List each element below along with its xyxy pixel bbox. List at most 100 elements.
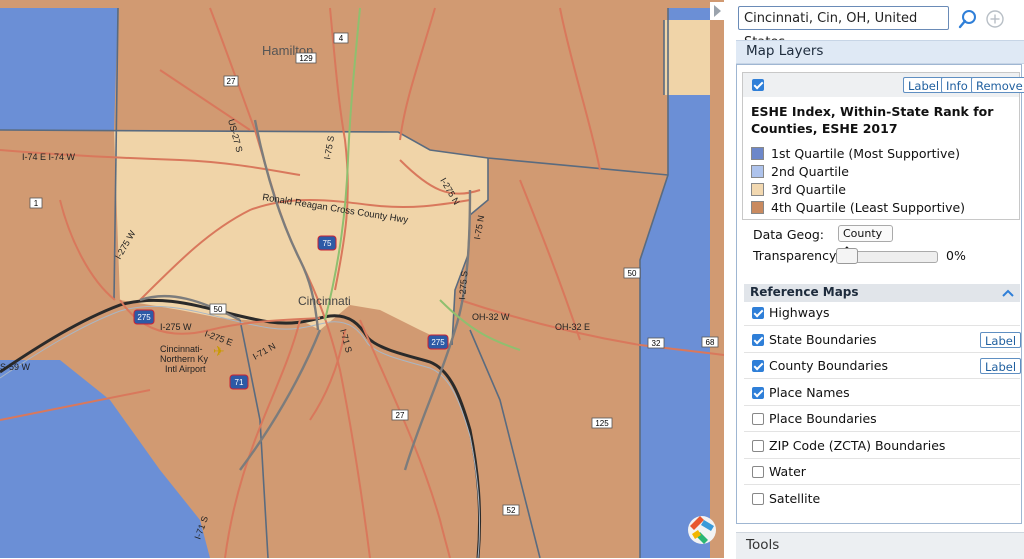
shield-71: 71 — [229, 374, 249, 390]
svg-text:68: 68 — [706, 338, 715, 347]
svg-text:50: 50 — [628, 269, 637, 278]
reference-item-checkbox[interactable] — [752, 413, 764, 425]
reference-item-place-names[interactable]: Place Names — [750, 383, 1020, 403]
reference-item-divider — [744, 431, 1020, 432]
road-label-s59w: S-59 W — [0, 362, 31, 372]
layer-remove-button[interactable]: Remove — [971, 77, 1024, 93]
svg-text:125: 125 — [595, 419, 609, 428]
legend-swatch-q2 — [751, 165, 764, 178]
place-label-airport-2: Northern Ky — [160, 354, 209, 364]
airport-icon: ✈ — [213, 344, 225, 360]
svg-text:32: 32 — [652, 339, 661, 348]
legend-label-q4: 4th Quartile (Least Supportive) — [771, 200, 966, 215]
reference-item-checkbox[interactable] — [752, 307, 764, 319]
layer-info-button[interactable]: Info — [941, 77, 973, 93]
reference-item-label-button[interactable]: Label — [980, 332, 1022, 348]
map-layers-title: Map Layers — [746, 43, 824, 59]
shield-4: 4 — [333, 32, 349, 44]
shield-129: 129 — [295, 52, 317, 64]
shield-27-south: 27 — [391, 409, 409, 421]
svg-text:75: 75 — [323, 239, 332, 248]
place-label-cincinnati: Cincinnati — [298, 294, 351, 308]
data-geog-value: County — [843, 227, 883, 240]
search-icon[interactable] — [957, 8, 979, 30]
reference-item-label: Highways — [769, 305, 830, 320]
shield-275-west: 275 — [133, 309, 155, 325]
shield-68: 68 — [701, 336, 719, 348]
reference-item-label: Water — [769, 464, 806, 479]
reference-item-state-boundaries[interactable]: State Boundaries Label — [750, 330, 1022, 350]
road-label-oh32w: OH-32 W — [472, 312, 510, 322]
legend-label-q2: 2nd Quartile — [771, 164, 849, 179]
collapse-panel-arrow-icon[interactable] — [710, 2, 724, 20]
reference-item-zip-code-zcta-boundaries[interactable]: ZIP Code (ZCTA) Boundaries — [750, 436, 1020, 456]
reference-item-divider — [744, 458, 1020, 459]
layer-card-toolbar: Label Info Remove — [743, 73, 1024, 97]
reference-item-label: State Boundaries — [769, 332, 877, 347]
layer-visible-checkbox[interactable] — [752, 79, 764, 91]
reference-item-divider — [744, 352, 1020, 353]
county-1st-quartile-nw — [0, 8, 118, 130]
reference-item-satellite[interactable]: Satellite — [750, 489, 1020, 509]
reference-item-checkbox[interactable] — [752, 387, 764, 399]
legend-swatch-q1 — [751, 147, 764, 160]
map-canvas[interactable]: Hamilton Cincinnati Cincinnati- Northern… — [0, 0, 724, 558]
add-location-icon[interactable] — [985, 9, 1005, 29]
app-logo-icon — [688, 516, 716, 544]
transparency-slider-thumb[interactable] — [836, 248, 858, 264]
reference-item-divider — [744, 484, 1020, 485]
reference-item-label-button[interactable]: Label — [980, 358, 1022, 374]
shield-275-east: 275 — [427, 334, 449, 350]
location-search-input[interactable]: Cincinnati, Cin, OH, United States — [738, 6, 949, 50]
legend-swatch-q4 — [751, 201, 764, 214]
search-bar: Cincinnati, Cin, OH, United States — [736, 6, 1024, 50]
tools-header[interactable]: Tools — [736, 532, 1024, 559]
transparency-value: 0% — [946, 248, 966, 263]
shield-52: 52 — [502, 504, 520, 516]
road-label-i275w: I-275 W — [160, 322, 192, 332]
svg-text:129: 129 — [299, 54, 313, 63]
reference-item-checkbox[interactable] — [752, 334, 764, 346]
chevron-up-icon[interactable] — [1002, 288, 1014, 298]
legend-label-q1: 1st Quartile (Most Supportive) — [771, 146, 960, 161]
reference-item-checkbox[interactable] — [752, 466, 764, 478]
data-geog-label: Data Geog: — [753, 227, 824, 242]
svg-text:50: 50 — [214, 305, 223, 314]
reference-item-checkbox[interactable] — [752, 360, 764, 372]
reference-item-label: ZIP Code (ZCTA) Boundaries — [769, 438, 946, 453]
reference-item-place-boundaries[interactable]: Place Boundaries — [750, 409, 1020, 429]
svg-text:275: 275 — [431, 338, 445, 347]
road-label-oh32e: OH-32 E — [555, 322, 590, 332]
reference-item-divider — [744, 405, 1020, 406]
reference-item-highways[interactable]: Highways — [750, 303, 1020, 323]
layer-card-eshe: Label Info Remove ESHE Index, Within-Sta… — [742, 72, 1024, 220]
map-svg[interactable]: Hamilton Cincinnati Cincinnati- Northern… — [0, 0, 724, 558]
shield-50: 50 — [209, 303, 227, 315]
reference-item-label: Place Names — [769, 385, 850, 400]
reference-maps-title: Reference Maps — [750, 285, 859, 299]
svg-text:4: 4 — [339, 34, 344, 43]
reference-item-county-boundaries[interactable]: County Boundaries Label — [750, 356, 1022, 376]
shield-32: 32 — [647, 337, 665, 349]
shield-75: 75 — [317, 235, 337, 251]
side-panel: Cincinnati, Cin, OH, United States Map L… — [730, 0, 1024, 559]
reference-item-checkbox[interactable] — [752, 493, 764, 505]
reference-item-divider — [744, 378, 1020, 379]
road-label-i74: I-74 E I-74 W — [22, 152, 76, 162]
svg-text:27: 27 — [227, 77, 236, 86]
map-layers-header[interactable]: Map Layers — [736, 40, 1024, 64]
legend-label-q3: 3rd Quartile — [771, 182, 846, 197]
reference-maps-header[interactable]: Reference Maps — [744, 284, 1020, 302]
reference-item-checkbox[interactable] — [752, 440, 764, 452]
shield-125: 125 — [591, 417, 613, 429]
data-geog-select[interactable]: County ⬍ — [838, 225, 893, 256]
reference-item-label: County Boundaries — [769, 358, 888, 373]
legend-swatch-q3 — [751, 183, 764, 196]
county-3rd-quartile-ne — [664, 20, 710, 95]
layer-label-button[interactable]: Label — [903, 77, 945, 93]
place-label-airport-3: Intl Airport — [165, 364, 206, 374]
reference-item-label: Satellite — [769, 491, 821, 506]
svg-text:71: 71 — [235, 378, 244, 387]
svg-text:275: 275 — [137, 313, 151, 322]
reference-item-water[interactable]: Water — [750, 462, 1020, 482]
